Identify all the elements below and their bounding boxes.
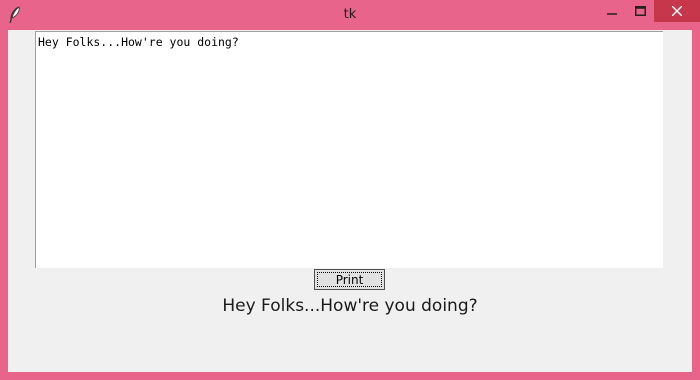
- window-title: tk: [343, 7, 357, 22]
- title-bar[interactable]: tk: [0, 0, 700, 30]
- print-button[interactable]: Print: [314, 269, 385, 290]
- window-client-area: Hey Folks...How're you doing? Print Hey …: [8, 30, 692, 372]
- output-label: Hey Folks...How're you doing?: [222, 296, 478, 316]
- app-window: tk Hey Folks...How're you doing? Print H…: [0, 0, 700, 380]
- minimize-button[interactable]: [598, 0, 626, 22]
- minimize-icon: [607, 13, 617, 15]
- text-input-area[interactable]: Hey Folks...How're you doing?: [35, 31, 663, 268]
- window-controls: [598, 0, 700, 24]
- close-icon: [672, 6, 682, 16]
- maximize-icon: [634, 6, 646, 16]
- close-button[interactable]: [654, 0, 700, 22]
- maximize-button[interactable]: [626, 0, 654, 22]
